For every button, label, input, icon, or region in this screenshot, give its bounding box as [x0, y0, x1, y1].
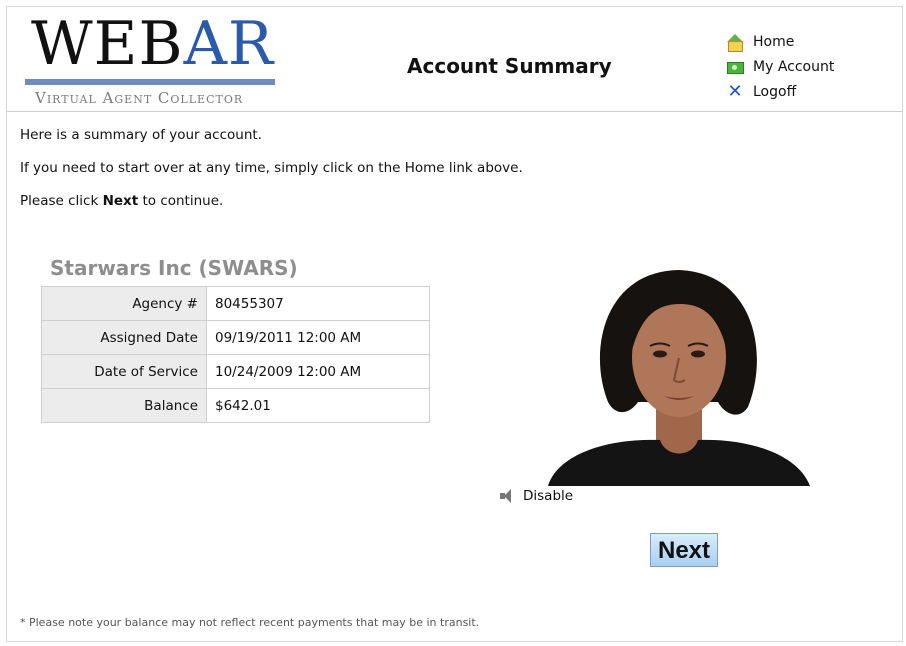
- table-row: Balance $642.01: [41, 388, 430, 423]
- logo-underline: [25, 79, 275, 85]
- balance-label: Balance: [41, 388, 207, 423]
- speaker-icon: [500, 489, 516, 503]
- next-button[interactable]: Next: [650, 533, 718, 567]
- logoff-icon: ✕: [727, 80, 743, 102]
- webar-logo: WEBAR Virtual Agent Collector: [25, 9, 287, 109]
- page-title: Account Summary: [407, 54, 612, 78]
- account-summary-table: Agency # 80455307 Assigned Date 09/19/20…: [41, 286, 430, 423]
- header: WEBAR Virtual Agent Collector Account Su…: [7, 7, 902, 112]
- nav-logoff-link[interactable]: ✕ Logoff: [727, 79, 834, 104]
- agent-portrait: [548, 270, 810, 486]
- assigned-date-value: 09/19/2011 12:00 AM: [206, 320, 430, 355]
- table-row: Assigned Date 09/19/2011 12:00 AM: [41, 320, 430, 355]
- intro-line-3-bold: Next: [102, 193, 139, 209]
- intro-text: Here is a summary of your account. If yo…: [20, 127, 523, 226]
- table-row: Agency # 80455307: [41, 286, 430, 321]
- logo-word-ar: AR: [183, 9, 275, 79]
- balance-value: $642.01: [206, 388, 430, 423]
- nav-logoff-label: Logoff: [753, 83, 797, 100]
- nav-my-account-link[interactable]: My Account: [727, 54, 834, 79]
- assigned-date-label: Assigned Date: [41, 320, 207, 355]
- logo-wordmark: WEBAR: [31, 9, 274, 79]
- intro-line-3-before: Please click: [20, 193, 103, 209]
- audio-disable-label: Disable: [523, 488, 574, 504]
- account-icon: [727, 59, 744, 75]
- balance-footnote: * Please note your balance may not refle…: [20, 616, 480, 629]
- agency-label: Agency #: [41, 286, 207, 321]
- logo-word-web: WEB: [31, 9, 184, 79]
- nav-home-label: Home: [753, 33, 795, 50]
- nav-home-link[interactable]: Home: [727, 29, 834, 54]
- home-icon: [727, 33, 743, 52]
- table-row: Date of Service 10/24/2009 12:00 AM: [41, 354, 430, 389]
- date-of-service-value: 10/24/2009 12:00 AM: [206, 354, 430, 389]
- date-of-service-label: Date of Service: [41, 354, 207, 389]
- intro-line-3: Please click Next to continue.: [20, 193, 523, 210]
- virtual-agent-avatar: [548, 262, 810, 486]
- intro-line-1: Here is a summary of your account.: [20, 127, 262, 143]
- company-name: Starwars Inc (SWARS): [50, 256, 298, 280]
- intro-line-3-after: to continue.: [138, 193, 224, 209]
- audio-disable-toggle[interactable]: Disable: [500, 488, 573, 504]
- agency-value: 80455307: [206, 286, 430, 321]
- top-nav: Home My Account ✕ Logoff: [727, 29, 834, 104]
- nav-my-account-label: My Account: [753, 58, 835, 75]
- intro-line-2: If you need to start over at any time, s…: [20, 160, 523, 176]
- logo-subtitle: Virtual Agent Collector: [35, 89, 244, 107]
